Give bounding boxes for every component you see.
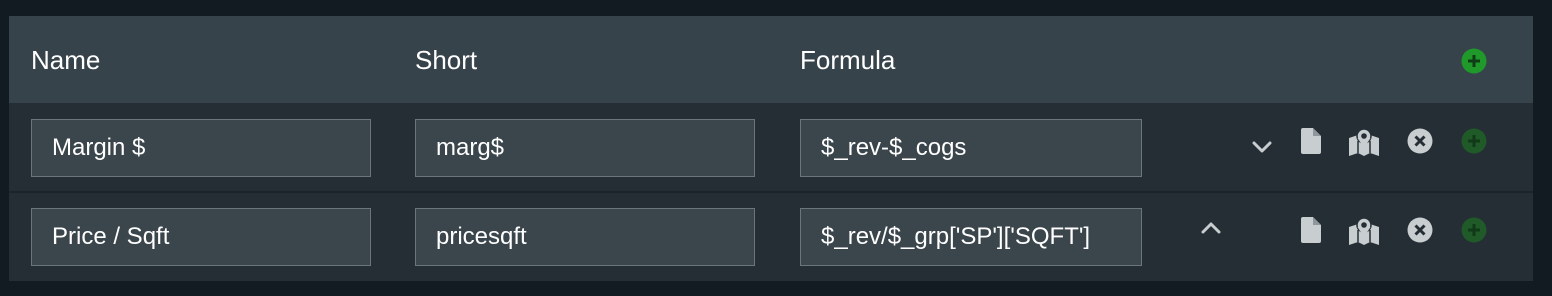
add-circle-icon[interactable] [1461,128,1487,154]
formula-field[interactable] [800,119,1142,177]
table-row [9,104,1533,192]
computed-columns-panel: Name Short Formula [9,16,1533,281]
chevron-down-icon[interactable] [1251,136,1273,158]
close-circle-icon[interactable] [1407,128,1433,154]
name-column-header: Name [31,45,101,75]
formula-field[interactable] [800,208,1142,266]
short-field[interactable] [415,208,755,266]
short-field[interactable] [415,119,755,177]
document-icon[interactable] [1301,128,1321,154]
document-icon[interactable] [1301,217,1321,243]
map-icon[interactable] [1349,128,1379,156]
table-header: Name Short Formula [9,16,1533,103]
close-circle-icon[interactable] [1407,217,1433,243]
add-circle-icon[interactable] [1461,217,1487,243]
table-row [9,193,1533,281]
name-field[interactable] [31,119,371,177]
add-row-icon[interactable] [1461,48,1487,74]
chevron-up-icon[interactable] [1200,217,1222,239]
name-field[interactable] [31,208,371,266]
formula-column-header: Formula [800,45,896,75]
short-column-header: Short [415,45,478,75]
map-icon[interactable] [1349,217,1379,245]
